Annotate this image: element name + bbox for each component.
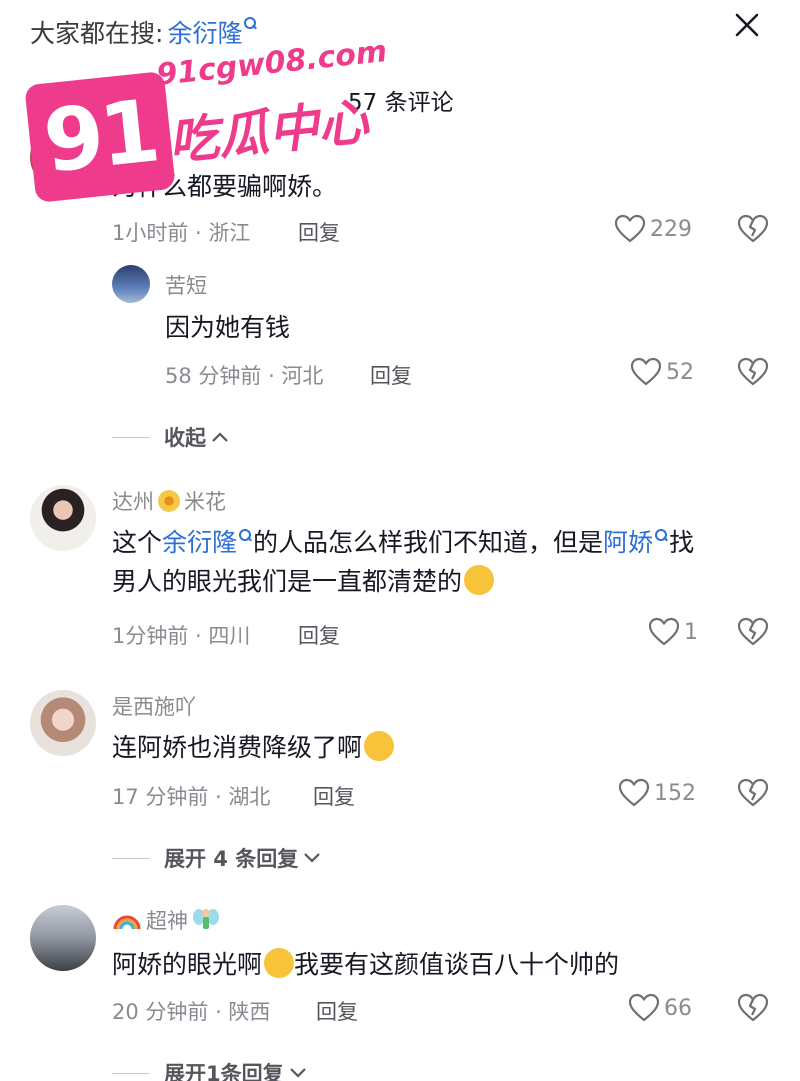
text-segment: 男人的眼光我们是一直都清楚的 — [112, 566, 463, 596]
reply-button[interactable]: 回复 — [298, 217, 340, 247]
like-button[interactable]: 66 — [628, 993, 692, 1023]
comment-username[interactable]: 云大 — [112, 130, 154, 160]
like-count: 1 — [684, 619, 698, 645]
rainbow-icon — [113, 915, 141, 930]
text-segment: 我要有这颜值谈百八十个帅的 — [294, 950, 620, 979]
chevron-down-icon — [289, 1068, 306, 1078]
watermark-text: 吃瓜中心 — [165, 92, 371, 172]
search-prefix: 大家都在搜: — [30, 19, 164, 48]
thinking-emoji-icon — [464, 564, 495, 595]
avatar[interactable] — [112, 265, 150, 303]
reply-button[interactable]: 回复 — [370, 360, 412, 390]
divider — [112, 857, 150, 859]
username-part-1[interactable]: 达州 — [112, 486, 154, 516]
search-icon — [244, 17, 258, 31]
comment-username[interactable]: 是西施吖 — [112, 691, 196, 721]
like-button[interactable]: 1 — [648, 617, 698, 647]
avatar[interactable] — [30, 905, 96, 971]
collapse-replies-button[interactable]: 收起 — [112, 422, 230, 452]
divider — [112, 1072, 150, 1074]
text-segment: 这个 — [112, 528, 163, 557]
heart-icon — [628, 993, 660, 1022]
like-button[interactable]: 229 — [614, 214, 692, 244]
comment-text: 这个余衍隆 的人品怎么样我们不知道，但是阿娇找 男人的眼光我们是一直都清楚的 — [112, 524, 782, 602]
chevron-up-icon — [212, 432, 228, 442]
search-icon — [655, 529, 669, 543]
like-count: 152 — [654, 780, 696, 806]
comment-text: 连阿娇也消费降级了啊 — [112, 729, 395, 768]
reply-button[interactable]: 回复 — [313, 781, 355, 811]
username[interactable]: 超神 — [146, 905, 188, 935]
dislike-icon[interactable] — [737, 778, 769, 808]
avatar[interactable] — [30, 485, 96, 551]
comment-text: 阿娇的眼光啊 我要有这颜值谈百八十个帅的 — [112, 946, 619, 985]
comment-meta: 58 分钟前 · 河北 — [165, 364, 324, 388]
comment-username: 超神 — [112, 905, 220, 935]
like-count: 52 — [666, 359, 694, 385]
crying-laughing-emoji-icon — [264, 948, 295, 978]
text-segment: 阿娇的眼光啊 — [112, 950, 263, 979]
comment-username[interactable]: 苦短 — [165, 270, 207, 300]
avatar[interactable] — [30, 690, 96, 756]
text-segment: 连阿娇也消费降级了啊 — [112, 733, 363, 762]
dislike-icon[interactable] — [737, 357, 769, 387]
hashtag-link[interactable]: 余衍隆 — [162, 528, 237, 557]
comment-count: 57 条评论 — [348, 90, 454, 116]
laughing-emoji-icon — [364, 731, 395, 761]
search-term-link[interactable]: 余衍隆 — [167, 14, 242, 50]
collapse-label: 收起 — [164, 426, 206, 450]
text-segment: 的人品怎么样我们不知道，但是 — [253, 528, 604, 557]
comment-meta: 20 分钟前 · 陕西 — [112, 1000, 271, 1024]
chevron-down-icon — [304, 853, 321, 863]
reply-button[interactable]: 回复 — [298, 620, 340, 650]
divider — [112, 436, 150, 438]
expand-label: 展开1条回复 — [164, 1062, 284, 1081]
comment-meta: 1小时前 · 浙江 — [112, 221, 251, 245]
search-suggestion-bar: 大家都在搜: 余衍隆 — [30, 14, 258, 50]
heart-icon — [648, 617, 680, 646]
avatar[interactable] — [30, 124, 96, 190]
comment-text: 为什么都要骗啊娇。 — [112, 172, 338, 201]
dislike-icon[interactable] — [737, 993, 769, 1023]
username-part-2[interactable]: 米花 — [184, 486, 226, 516]
dislike-icon[interactable] — [737, 214, 769, 244]
comment-username: 达州 米花 — [112, 486, 226, 516]
heart-icon — [618, 778, 650, 807]
like-button[interactable]: 152 — [618, 778, 696, 808]
heart-icon — [630, 357, 662, 386]
search-icon — [239, 529, 253, 543]
close-icon[interactable] — [732, 10, 762, 40]
expand-label: 展开 4 条回复 — [164, 847, 299, 871]
like-count: 229 — [650, 216, 692, 242]
like-count: 66 — [664, 995, 692, 1021]
text-segment: 找 — [669, 528, 695, 557]
reply-button[interactable]: 回复 — [316, 996, 358, 1026]
heart-icon — [614, 214, 646, 243]
comment-meta: 1分钟前 · 四川 — [112, 624, 251, 648]
flower-icon — [158, 490, 180, 512]
comment-meta: 17 分钟前 · 湖北 — [112, 785, 271, 809]
dislike-icon[interactable] — [737, 617, 769, 647]
comment-text: 因为她有钱 — [165, 313, 291, 342]
hashtag-link[interactable]: 阿娇 — [603, 528, 653, 557]
fairy-icon — [193, 909, 219, 929]
like-button[interactable]: 52 — [630, 357, 694, 387]
expand-replies-button[interactable]: 展开1条回复 — [112, 1058, 308, 1081]
expand-replies-button[interactable]: 展开 4 条回复 — [112, 843, 322, 873]
